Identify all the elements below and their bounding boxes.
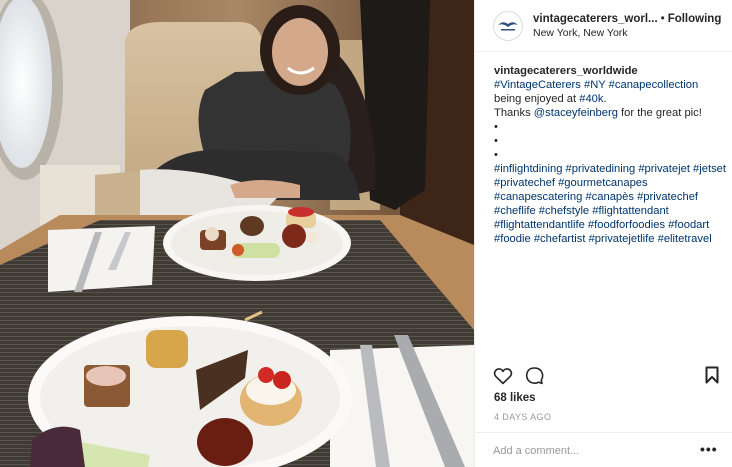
hashtag-link[interactable]: #jetset [693,163,726,175]
hashtag-link[interactable]: #privatejet [638,163,690,175]
caption-text: being enjoyed at [494,93,577,105]
hashtag-link[interactable]: #foodforfoodies [588,219,665,231]
separator-dot: • [660,13,665,25]
caption-text: for the great pic! [621,107,702,119]
header-info: vintagecaterers_worl... • Following New Yo… [533,11,721,40]
post-photo[interactable] [0,0,474,467]
username-link[interactable]: vintagecaterers_worl... [533,13,658,25]
photo-private-jet-canapes [0,0,474,467]
hashtag-link[interactable]: #foodart [668,219,709,231]
more-options-button[interactable]: ••• [700,442,718,456]
hashtag-link[interactable]: #privatechef [494,177,555,189]
hashtag-link[interactable]: #flightattendant [592,205,669,217]
bookmark-icon[interactable] [705,366,719,389]
hashtag-link[interactable]: #privatejetlife [589,233,655,245]
vintage-caterers-logo-icon [498,21,518,30]
hashtag-link[interactable]: #elitetravel [658,233,712,245]
hashtag-link[interactable]: #VintageCaterers [494,79,581,91]
hashtag-link[interactable]: #NY [584,79,606,91]
hashtag-list: #inflightdining #privatedining #privatej… [494,162,726,246]
post-caption: vintagecaterers_worldwide #VintageCatere… [494,64,726,246]
hashtag-link[interactable]: #chefartist [534,233,586,245]
hashtag-link[interactable]: #foodie [494,233,531,245]
instagram-post: vintagecaterers_worl... • Following New Yo… [0,0,732,467]
caption-bullet: • [494,149,498,161]
mention-link[interactable]: @staceyfeinberg [534,107,618,119]
post-timestamp[interactable]: 4 DAYS AGO [494,412,551,422]
hashtag-link[interactable]: #40k [579,93,603,105]
caption-bullet: • [494,135,498,147]
hashtag-link[interactable]: #cheflife [494,205,536,217]
heart-icon[interactable] [493,367,513,390]
location-link[interactable]: New York, New York [533,26,721,40]
hashtag-link[interactable]: #canapecollection [609,79,699,91]
hashtag-link[interactable]: #gourmetcanapes [558,177,648,189]
hashtag-link[interactable]: #privatedining [566,163,636,175]
post-actions [493,366,544,390]
comment-input[interactable] [493,442,693,460]
following-button[interactable]: Following [668,13,722,25]
avatar[interactable] [493,10,523,41]
like-count[interactable]: 68 likes [494,392,536,404]
hashtag-link[interactable]: #privatechef [637,191,698,203]
comment-bubble-icon[interactable] [525,366,544,390]
post-header: vintagecaterers_worl... • Following New Yo… [475,0,732,52]
comment-bar: ••• [475,432,732,467]
hashtag-link[interactable]: #inflightdining [494,163,562,175]
hashtag-link[interactable]: #flightattendantlife [494,219,585,231]
caption-text: Thanks [494,107,531,119]
post-sidebar: vintagecaterers_worl... • Following New Yo… [474,0,732,467]
hashtag-link[interactable]: #chefstyle [539,205,589,217]
hashtag-link[interactable]: #canapès [585,191,634,203]
hashtag-link[interactable]: #canapescatering [494,191,582,203]
caption-text: . [603,93,607,105]
caption-bullet: • [494,121,498,133]
caption-author-link[interactable]: vintagecaterers_worldwide [494,65,638,77]
